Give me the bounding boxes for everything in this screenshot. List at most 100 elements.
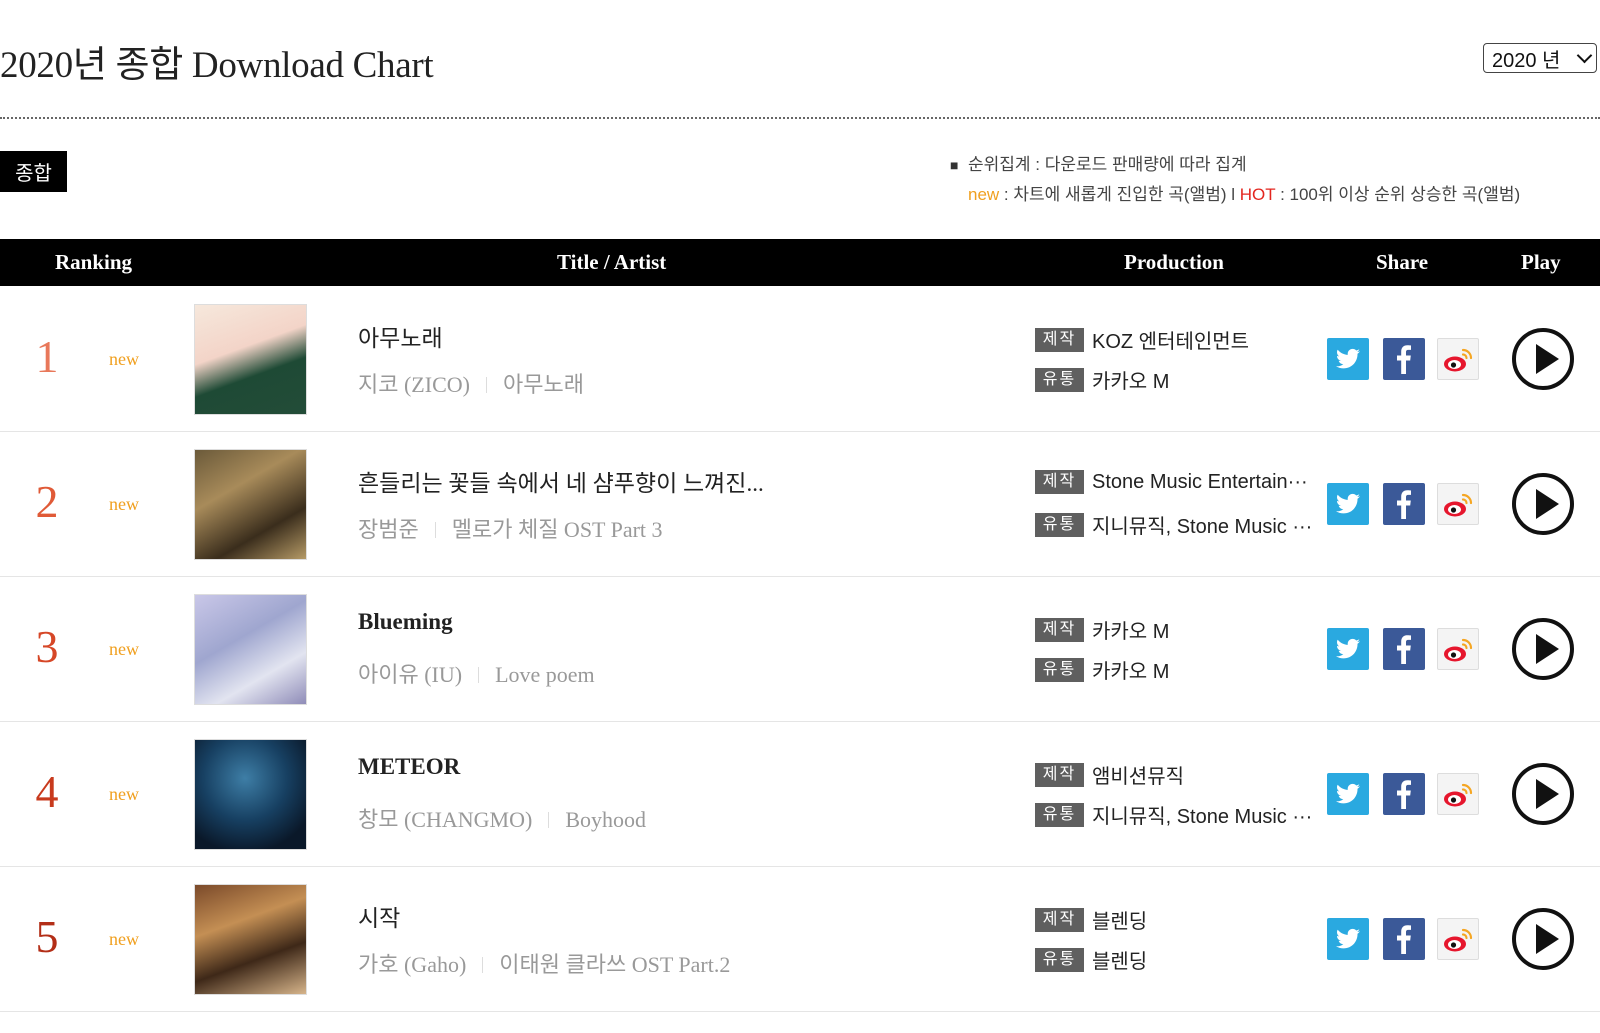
weibo-share-button[interactable] <box>1437 483 1479 525</box>
year-select-value: 2020 년 <box>1492 49 1561 72</box>
bullet-icon: ■ <box>950 157 959 173</box>
twitter-share-button[interactable] <box>1327 918 1369 960</box>
song-title[interactable]: 아무노래 <box>358 319 443 353</box>
maker-name: Stone Music Entertain··· <box>1092 470 1308 493</box>
song-title[interactable]: 흔들리는 꽃들 속에서 네 샴푸향이 느껴진... <box>358 464 764 498</box>
facebook-icon <box>1397 780 1411 809</box>
distributor-badge: 유통 <box>1035 367 1084 392</box>
artist-album-line: 창모 (CHANGMO) Boyhood <box>358 802 646 834</box>
new-legend-desc: : 차트에 새롭게 진입한 곡(앨범) l <box>999 185 1240 204</box>
maker-name: 카카오 M <box>1092 621 1170 643</box>
production-distributor: 유통 카카오 M <box>1035 365 1169 394</box>
facebook-share-button[interactable] <box>1383 918 1425 960</box>
facebook-share-button[interactable] <box>1383 338 1425 380</box>
facebook-share-button[interactable] <box>1383 483 1425 525</box>
album-name[interactable]: Boyhood <box>565 807 646 832</box>
hot-legend: HOT <box>1239 185 1276 204</box>
album-cover[interactable] <box>194 594 307 705</box>
notes-line-2: new : 차트에 새롭게 진입한 곡(앨범) l HOT : 100위 이상 … <box>968 180 1520 210</box>
header-production: Production <box>1124 250 1224 274</box>
production-maker: 제작 앰비션뮤직 <box>1035 760 1184 789</box>
production-distributor: 유통 지니뮤직, Stone Music ··· <box>1035 800 1312 829</box>
maker-name: KOZ 엔터테인먼트 <box>1092 331 1250 353</box>
play-button[interactable] <box>1511 762 1575 826</box>
artist-name[interactable]: 장범준 <box>358 517 419 542</box>
artist-name[interactable]: 지코 (ZICO) <box>358 372 470 397</box>
header-ranking: Ranking <box>55 250 133 274</box>
weibo-icon <box>1444 638 1473 662</box>
weibo-share-button[interactable] <box>1437 628 1479 670</box>
new-legend: new <box>968 185 1000 204</box>
separator <box>434 522 436 538</box>
facebook-icon <box>1397 490 1411 519</box>
play-button[interactable] <box>1511 617 1575 681</box>
new-badge: new <box>109 494 139 514</box>
facebook-share-button[interactable] <box>1383 628 1425 670</box>
separator <box>548 812 550 828</box>
table-row: 2 new 흔들리는 꽃들 속에서 네 샴푸향이 느껴진... 장범준 멜로가 체… <box>0 432 1600 577</box>
distributor-badge: 유통 <box>1035 512 1084 537</box>
artist-name[interactable]: 창모 (CHANGMO) <box>358 807 532 832</box>
play-button[interactable] <box>1511 907 1575 971</box>
facebook-share-button[interactable] <box>1383 773 1425 815</box>
tab-overall[interactable]: 종합 <box>0 151 67 192</box>
facebook-icon <box>1397 635 1411 664</box>
year-select[interactable]: 2020 년 <box>1483 43 1597 73</box>
play-button[interactable] <box>1511 327 1575 391</box>
play-circle-icon <box>1512 763 1574 825</box>
separator <box>485 377 487 393</box>
weibo-share-button[interactable] <box>1437 338 1479 380</box>
table-row: 3 new Blueming 아이유 (IU) Love poem 제작 카카오 M… <box>0 577 1600 722</box>
twitter-icon <box>1336 783 1360 804</box>
production-maker: 제작 Stone Music Entertain··· <box>1035 470 1308 494</box>
twitter-icon <box>1336 348 1360 369</box>
play-button[interactable] <box>1511 472 1575 536</box>
distributor-badge: 유통 <box>1035 657 1084 682</box>
artist-album-line: 아이유 (IU) Love poem <box>358 657 595 689</box>
separator <box>478 667 480 683</box>
album-name[interactable]: 아무노래 <box>503 372 584 397</box>
twitter-share-button[interactable] <box>1327 338 1369 380</box>
weibo-icon <box>1444 493 1473 517</box>
album-cover[interactable] <box>194 884 307 995</box>
header-play: Play <box>1521 250 1561 274</box>
separator <box>482 957 484 973</box>
twitter-share-button[interactable] <box>1327 628 1369 670</box>
weibo-share-button[interactable] <box>1437 918 1479 960</box>
song-title[interactable]: Blueming <box>358 609 453 635</box>
album-name[interactable]: Love poem <box>495 662 595 687</box>
hot-legend-desc: : 100위 이상 순위 상승한 곡(앨범) <box>1275 185 1521 204</box>
weibo-icon <box>1444 783 1473 807</box>
maker-badge: 제작 <box>1035 762 1084 787</box>
rank-number: 1 <box>35 331 59 382</box>
facebook-icon <box>1397 925 1411 954</box>
distributor-name: 블렌딩 <box>1092 951 1148 973</box>
album-cover[interactable] <box>194 739 307 850</box>
maker-badge: 제작 <box>1035 907 1084 932</box>
rank-number: 5 <box>35 911 59 962</box>
production-distributor: 유통 카카오 M <box>1035 655 1169 684</box>
title-bar: 2020년 종합 Download Chart 2020 년 <box>0 30 1600 90</box>
song-title[interactable]: 시작 <box>358 899 400 933</box>
production-maker: 제작 블렌딩 <box>1035 905 1147 934</box>
song-title[interactable]: METEOR <box>358 754 460 780</box>
weibo-share-button[interactable] <box>1437 773 1479 815</box>
distributor-badge: 유통 <box>1035 947 1084 972</box>
twitter-icon <box>1336 493 1360 514</box>
twitter-share-button[interactable] <box>1327 483 1369 525</box>
artist-name[interactable]: 아이유 (IU) <box>358 662 462 687</box>
album-cover[interactable] <box>194 449 307 560</box>
album-name[interactable]: 이태원 클라쓰 OST Part.2 <box>499 952 730 977</box>
album-name[interactable]: 멜로가 체질 OST Part 3 <box>452 517 663 542</box>
twitter-share-button[interactable] <box>1327 773 1369 815</box>
distributor-name: 지니뮤직, Stone Music ··· <box>1092 806 1313 828</box>
header-share: Share <box>1376 250 1429 274</box>
distributor-name: 카카오 M <box>1092 661 1170 683</box>
production-distributor: 유통 지니뮤직, Stone Music ··· <box>1035 510 1312 539</box>
notes-line-1: 순위집계 : 다운로드 판매량에 따라 집계 <box>968 155 1247 174</box>
album-cover[interactable] <box>194 304 307 415</box>
maker-badge: 제작 <box>1035 327 1084 352</box>
production-distributor: 유통 블렌딩 <box>1035 945 1147 974</box>
weibo-icon <box>1444 928 1473 952</box>
artist-name[interactable]: 가호 (Gaho) <box>358 952 466 977</box>
